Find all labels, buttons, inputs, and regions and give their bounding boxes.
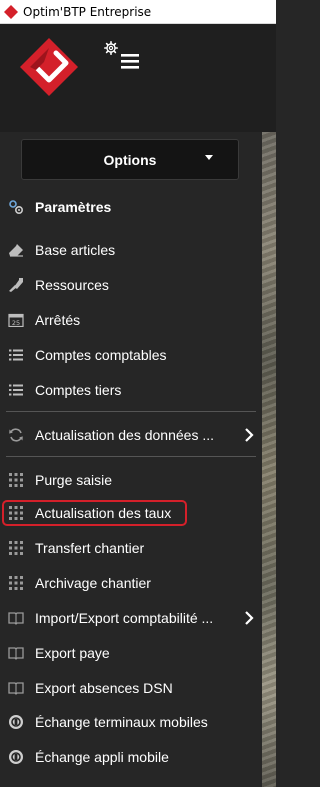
- menu-item-purge-saisie[interactable]: Purge saisie: [0, 463, 262, 497]
- menu-item-transfert-chantier[interactable]: Transfert chantier: [0, 531, 262, 565]
- menu-item-archivage-chantier[interactable]: Archivage chantier: [0, 566, 262, 600]
- menu-item-label: Base articles: [35, 242, 116, 258]
- chevron-right-icon[interactable]: [244, 610, 254, 630]
- window-title: Optim'BTP Entreprise: [23, 4, 152, 19]
- options-label: Options: [103, 151, 157, 168]
- menu-item-label: Purge saisie: [35, 472, 113, 488]
- divider: [6, 456, 256, 457]
- menu-item-label: Import/Export comptabilité ...: [35, 610, 214, 626]
- mobile-sync-icon: [7, 714, 25, 730]
- menu-item-label: Échange terminaux mobiles: [35, 714, 208, 730]
- refresh-icon: [7, 427, 25, 443]
- menu-item-actualisation-donnees[interactable]: Actualisation des données ...: [0, 418, 262, 452]
- menu-item-label: Transfert chantier: [35, 540, 145, 556]
- header-menu[interactable]: [104, 40, 144, 74]
- eraser-icon: [7, 242, 25, 258]
- menu-item-echange-appli-mobile[interactable]: Échange appli mobile: [0, 740, 262, 774]
- menu-item-label: Actualisation des données ...: [35, 427, 215, 443]
- book-icon: [7, 680, 25, 696]
- settings-icon: [7, 199, 25, 215]
- mobile-sync-icon: [7, 749, 25, 765]
- menu-item-echange-terminaux-mobiles[interactable]: Échange terminaux mobiles: [0, 705, 262, 739]
- book-icon: [7, 610, 25, 626]
- menu-item-label: Archivage chantier: [35, 575, 151, 591]
- window-titlebar: Optim'BTP Entreprise: [0, 0, 276, 24]
- optimbtp-logo[interactable]: [16, 34, 82, 100]
- app-header: [0, 24, 276, 132]
- hamburger-icon[interactable]: [120, 52, 140, 74]
- tools-icon: [7, 277, 25, 293]
- menu-item-label: Arrêtés: [35, 312, 81, 328]
- book-icon: [7, 645, 25, 661]
- menu-item-label: Ressources: [35, 277, 109, 293]
- options-dropdown-button[interactable]: Options: [21, 139, 239, 180]
- calendar-icon: 25: [7, 312, 25, 328]
- section-title: Paramètres: [35, 199, 112, 215]
- menu-item-label: Comptes tiers: [35, 382, 122, 398]
- sidebar: Options Paramètres Base articles Ressour…: [0, 132, 262, 787]
- menu-item-ressources[interactable]: Ressources: [0, 268, 262, 302]
- menu-item-label: Échange appli mobile: [35, 749, 169, 765]
- menu-item-arretes[interactable]: 25 Arrêtés: [0, 303, 262, 337]
- gear-icon[interactable]: [104, 40, 118, 59]
- grid-icon: [7, 540, 25, 556]
- menu-item-base-articles[interactable]: Base articles: [0, 233, 262, 267]
- menu-item-import-export-comptabilite[interactable]: Import/Export comptabilité ...: [0, 601, 262, 635]
- menu-item-export-paye[interactable]: Export paye: [0, 636, 262, 670]
- menu-item-label: Comptes comptables: [35, 347, 167, 363]
- grid-icon: [7, 575, 25, 591]
- caret-down-icon: [205, 155, 213, 160]
- section-parametres: Paramètres: [0, 190, 262, 224]
- menu-item-label: Export absences DSN: [35, 680, 173, 696]
- menu-item-comptes-tiers[interactable]: Comptes tiers: [0, 373, 262, 407]
- grid-icon: [7, 472, 25, 488]
- list-icon: [7, 382, 25, 398]
- menu-item-label: Export paye: [35, 645, 110, 661]
- background-image-strip: [262, 132, 276, 787]
- highlight-box: [2, 500, 187, 526]
- chevron-right-icon[interactable]: [244, 427, 254, 447]
- menu-item-export-absences-dsn[interactable]: Export absences DSN: [0, 671, 262, 705]
- app-icon: [3, 4, 19, 20]
- list-icon: [7, 347, 25, 363]
- svg-text:25: 25: [12, 319, 20, 327]
- divider: [6, 411, 256, 412]
- menu-item-comptes-comptables[interactable]: Comptes comptables: [0, 338, 262, 372]
